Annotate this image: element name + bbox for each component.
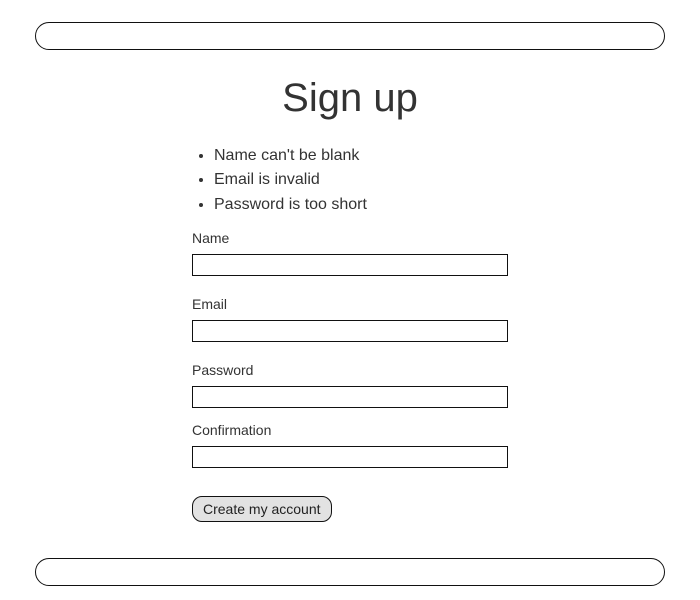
error-list: Name can't be blank Email is invalid Pas… — [192, 145, 512, 218]
email-label: Email — [192, 296, 512, 312]
email-input[interactable] — [192, 320, 508, 342]
password-label: Password — [192, 362, 512, 378]
confirmation-input[interactable] — [192, 446, 508, 468]
create-account-button[interactable]: Create my account — [192, 496, 332, 522]
signup-form: Name Email Password Confirmation Create … — [192, 230, 512, 522]
name-field-group: Name — [192, 230, 512, 276]
confirmation-field-group: Confirmation — [192, 422, 512, 468]
name-input[interactable] — [192, 254, 508, 276]
error-item: Name can't be blank — [214, 145, 512, 167]
bottom-pill-outline — [35, 558, 665, 586]
error-item: Email is invalid — [214, 169, 512, 191]
top-pill-outline — [35, 22, 665, 50]
confirmation-label: Confirmation — [192, 422, 512, 438]
email-field-group: Email — [192, 296, 512, 342]
password-field-group: Password — [192, 362, 512, 408]
page-title: Sign up — [0, 76, 700, 121]
error-item: Password is too short — [214, 194, 512, 216]
password-input[interactable] — [192, 386, 508, 408]
name-label: Name — [192, 230, 512, 246]
